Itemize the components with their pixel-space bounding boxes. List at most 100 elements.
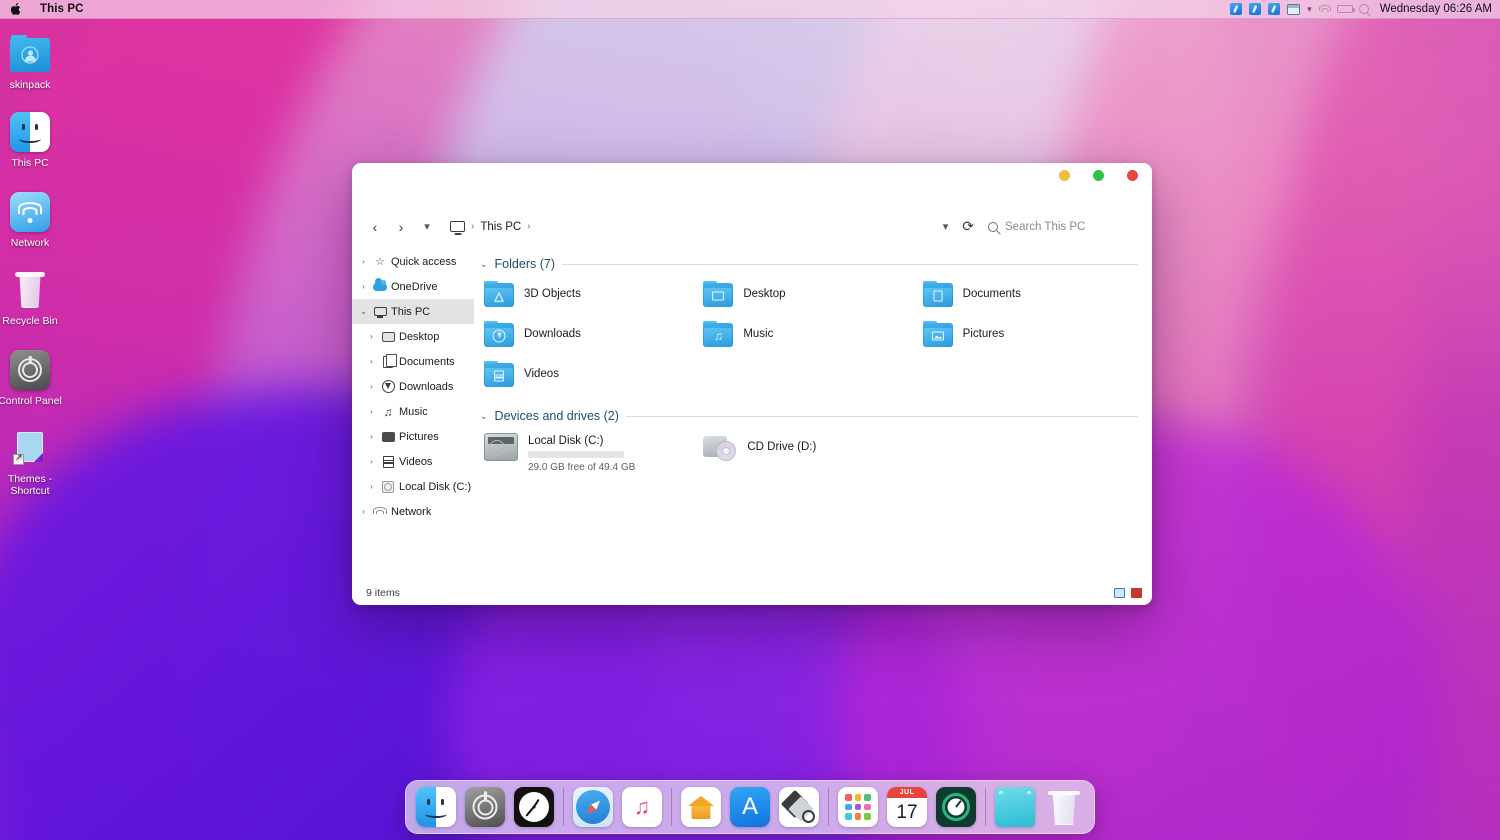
breadcrumb-separator: › xyxy=(527,221,530,232)
sidebar-item-this-pc[interactable]: ⌄ This PC xyxy=(352,299,474,324)
app-icon[interactable] xyxy=(1268,3,1280,15)
desktop-icon-control-panel[interactable]: Control Panel xyxy=(0,350,68,407)
devices-group-title: Devices and drives (2) xyxy=(495,409,619,423)
sidebar-item-pictures[interactable]: › Pictures xyxy=(352,424,474,449)
expand-arrow-icon[interactable]: › xyxy=(366,407,377,416)
expand-arrow-icon[interactable]: › xyxy=(366,382,377,391)
folder-music-icon: ♫ xyxy=(703,321,733,347)
sidebar-item-documents[interactable]: › Documents xyxy=(352,349,474,374)
monitor-icon xyxy=(373,305,387,319)
folders-group-header[interactable]: ⌄ Folders (7) xyxy=(480,257,1138,271)
dock-item-trash[interactable] xyxy=(1044,787,1084,827)
dock-item-clock[interactable] xyxy=(514,787,554,827)
battery-icon[interactable] xyxy=(1337,5,1353,13)
folder-item-desktop[interactable]: Desktop xyxy=(699,277,918,311)
dock-item-finder[interactable] xyxy=(416,787,456,827)
desktop-icon-this-pc[interactable]: This PC xyxy=(0,112,68,169)
sidebar-item-label: OneDrive xyxy=(391,281,437,293)
dock-separator xyxy=(828,788,829,826)
calendar-month-label: JUL xyxy=(887,787,927,798)
expand-arrow-icon[interactable]: › xyxy=(358,257,369,266)
sidebar-item-quick-access[interactable]: › ☆ Quick access xyxy=(352,249,474,274)
monitor-icon[interactable] xyxy=(450,221,465,232)
sidebar-item-label: Network xyxy=(391,506,431,518)
dock-item-preview[interactable] xyxy=(779,787,819,827)
refresh-icon[interactable]: ⟳ xyxy=(962,218,974,235)
dock-item-safari[interactable] xyxy=(573,787,613,827)
dock-item-timemachine[interactable] xyxy=(936,787,976,827)
view-options-chevron-icon[interactable]: ▾ xyxy=(943,220,949,233)
folder-pictures-icon xyxy=(923,321,953,347)
desktop-icon-themes-shortcut[interactable]: Themes - Shortcut xyxy=(0,428,68,497)
folder-item-documents[interactable]: Documents xyxy=(919,277,1138,311)
app-icon[interactable] xyxy=(1249,3,1261,15)
desktop-screen: This PC ▾ Wednesday 06:26 AM skinpack xyxy=(0,0,1500,840)
minimize-button[interactable] xyxy=(1059,170,1070,181)
dock-item-launchpad[interactable] xyxy=(838,787,878,827)
history-dropdown-icon[interactable]: ▾ xyxy=(414,214,440,240)
dock-item-appstore[interactable]: A xyxy=(730,787,770,827)
window-icon[interactable] xyxy=(1287,4,1300,15)
status-bar: 9 items xyxy=(352,581,1152,605)
breadcrumb-this-pc[interactable]: This PC xyxy=(480,221,521,233)
dock-item-settings[interactable] xyxy=(465,787,505,827)
close-button[interactable] xyxy=(1127,170,1138,181)
menu-bar: This PC ▾ Wednesday 06:26 AM xyxy=(0,0,1500,19)
large-icons-view-icon[interactable] xyxy=(1131,588,1142,598)
wifi-icon[interactable] xyxy=(1319,5,1331,14)
sidebar-item-music[interactable]: › ♫ Music xyxy=(352,399,474,424)
maximize-button[interactable] xyxy=(1093,170,1104,181)
folder-3d-objects-icon: △ xyxy=(484,281,514,307)
window-body: › ☆ Quick access › OneDrive ⌄ This PC › xyxy=(352,245,1152,581)
folder-item-downloads[interactable]: Downloads xyxy=(480,317,699,351)
expand-arrow-icon[interactable]: › xyxy=(366,432,377,441)
desktop-icon xyxy=(381,330,395,344)
sidebar-item-downloads[interactable]: › Downloads xyxy=(352,374,474,399)
expand-arrow-icon[interactable]: › xyxy=(366,482,377,491)
devices-group-header[interactable]: ⌄ Devices and drives (2) xyxy=(480,409,1138,423)
details-view-icon[interactable] xyxy=(1114,588,1125,598)
sidebar-item-network[interactable]: › Network xyxy=(352,499,474,524)
hard-disk-icon xyxy=(484,433,518,461)
gear-icon xyxy=(10,350,50,390)
apple-logo-icon[interactable] xyxy=(10,2,22,16)
search-input[interactable]: Search This PC xyxy=(988,221,1138,233)
dock-item-downloads[interactable] xyxy=(995,787,1035,827)
expand-arrow-icon[interactable]: › xyxy=(358,507,369,516)
dock-item-music[interactable]: ♫ xyxy=(622,787,662,827)
sidebar-item-local-disk-c[interactable]: › Local Disk (C:) xyxy=(352,474,474,499)
expand-arrow-icon[interactable]: › xyxy=(358,282,369,291)
back-button[interactable]: ‹ xyxy=(362,214,388,240)
folder-item-3d-objects[interactable]: △ 3D Objects xyxy=(480,277,699,311)
collapse-arrow-icon[interactable]: ⌄ xyxy=(358,307,369,316)
expand-arrow-icon[interactable]: › xyxy=(366,332,377,341)
drive-item-local-disk-c[interactable]: Local Disk (C:) 29.0 GB free of 49.4 GB xyxy=(480,429,699,477)
chevron-down-icon[interactable]: ▾ xyxy=(1307,5,1312,14)
system-status-icons xyxy=(1319,4,1369,14)
sidebar-item-videos[interactable]: › Videos xyxy=(352,449,474,474)
search-icon[interactable] xyxy=(1359,4,1369,14)
app-icon[interactable] xyxy=(1230,3,1242,15)
sidebar-item-onedrive[interactable]: › OneDrive xyxy=(352,274,474,299)
folder-item-label: 3D Objects xyxy=(524,288,581,300)
folder-item-pictures[interactable]: Pictures xyxy=(919,317,1138,351)
menubar-clock[interactable]: Wednesday 06:26 AM xyxy=(1380,3,1492,15)
expand-arrow-icon[interactable]: › xyxy=(366,457,377,466)
content-pane: ⌄ Folders (7) △ 3D Objects xyxy=(474,245,1152,581)
forward-button[interactable]: › xyxy=(388,214,414,240)
desktop-icon-skinpack[interactable]: skinpack xyxy=(0,34,68,91)
sidebar-item-desktop[interactable]: › Desktop xyxy=(352,324,474,349)
chevron-down-icon[interactable]: ⌄ xyxy=(480,411,488,422)
dock-item-calendar[interactable]: JUL 17 xyxy=(887,787,927,827)
chevron-down-icon[interactable]: ⌄ xyxy=(480,259,488,270)
expand-arrow-icon[interactable]: › xyxy=(366,357,377,366)
window-titlebar[interactable] xyxy=(352,163,1152,208)
folder-item-videos[interactable]: Videos xyxy=(480,357,699,391)
desktop-icon-network[interactable]: Network xyxy=(0,192,68,249)
folder-videos-icon xyxy=(484,361,514,387)
dock-item-home[interactable] xyxy=(681,787,721,827)
disk-icon xyxy=(381,480,395,494)
desktop-icon-recycle-bin[interactable]: Recycle Bin xyxy=(0,270,68,327)
drive-item-cd-drive-d[interactable]: CD Drive (D:) xyxy=(699,429,918,477)
folder-item-music[interactable]: ♫ Music xyxy=(699,317,918,351)
